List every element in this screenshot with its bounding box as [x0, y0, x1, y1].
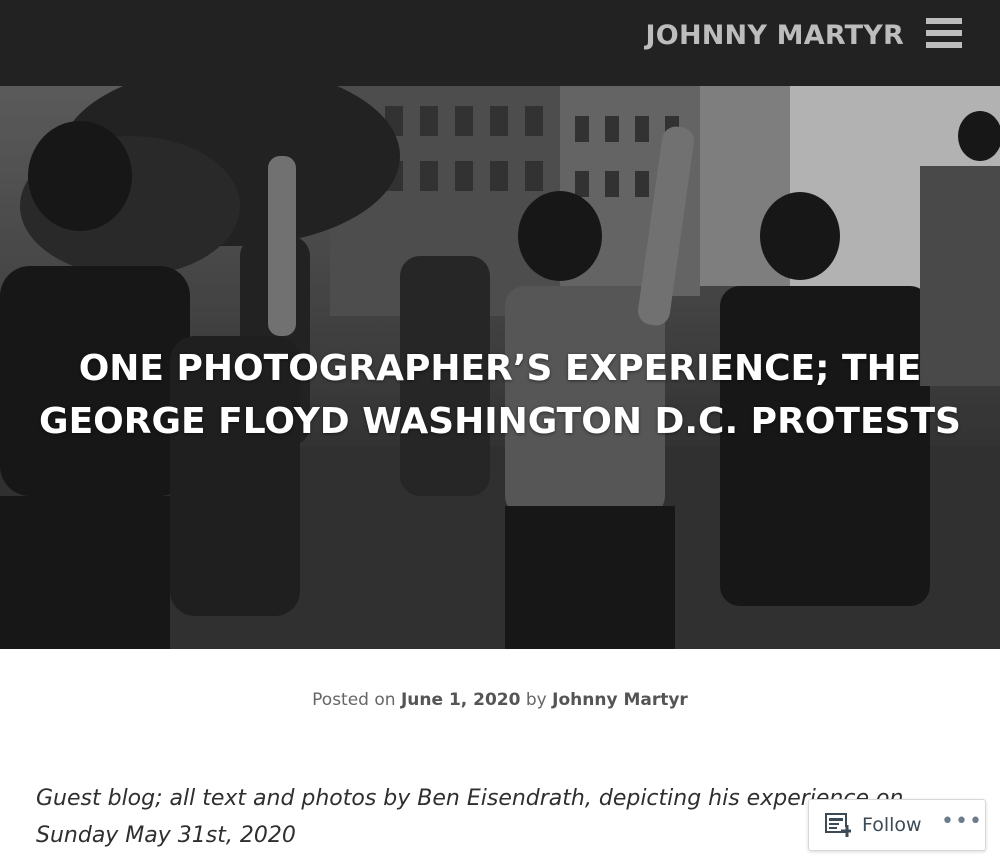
- follow-widget: Follow •••: [808, 799, 986, 851]
- author-link[interactable]: Johnny Martyr: [552, 690, 688, 710]
- follow-label: Follow: [862, 814, 922, 836]
- hero-image: ONE PHOTOGRAPHER’S EXPERIENCE; THE GEORG…: [0, 86, 1000, 649]
- more-options-button[interactable]: •••: [941, 811, 982, 834]
- post-title: ONE PHOTOGRAPHER’S EXPERIENCE; THE GEORG…: [39, 348, 961, 443]
- post-meta: Posted on June 1, 2020 by Johnny Martyr: [0, 690, 1000, 710]
- posted-on-label: Posted on: [312, 690, 396, 710]
- reader-follow-icon: [825, 813, 851, 837]
- site-header: JOHNNY MARTYR: [0, 0, 1000, 86]
- by-label: by: [525, 690, 547, 710]
- post-date-link[interactable]: June 1, 2020: [401, 690, 521, 710]
- site-title-link[interactable]: JOHNNY MARTYR: [646, 16, 904, 56]
- hamburger-menu-icon[interactable]: [926, 18, 962, 48]
